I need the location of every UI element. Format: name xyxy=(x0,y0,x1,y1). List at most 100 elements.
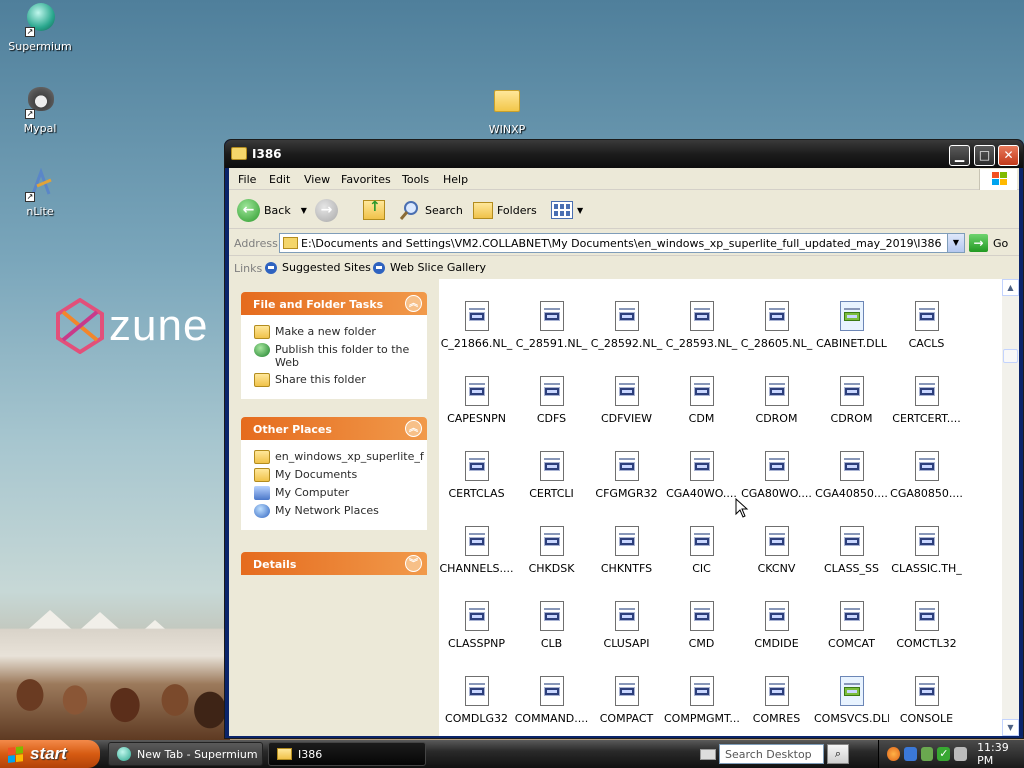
views-button[interactable]: ▼ xyxy=(551,198,583,222)
link-suggested-sites[interactable]: Suggested Sites xyxy=(265,261,371,274)
file-item[interactable]: CERTCERT.... xyxy=(889,376,964,425)
file-item[interactable]: CGA40WO.... xyxy=(664,451,739,500)
file-item[interactable]: CERTCLI xyxy=(514,451,589,500)
file-item[interactable]: CMD xyxy=(664,601,739,650)
close-button[interactable]: ✕ xyxy=(998,145,1019,166)
place-my-computer[interactable]: My Computer xyxy=(254,486,417,500)
back-dropdown-icon[interactable]: ▼ xyxy=(301,206,307,215)
file-item[interactable]: CLASSIC.TH_ xyxy=(889,526,964,575)
menu-favorites[interactable]: Favorites xyxy=(341,173,391,186)
file-item[interactable]: CDROM xyxy=(814,376,889,425)
menu-file[interactable]: File xyxy=(238,173,256,186)
file-item[interactable]: CHKDSK xyxy=(514,526,589,575)
file-item[interactable]: C_28593.NL_ xyxy=(664,301,739,350)
file-item[interactable]: COMCAT xyxy=(814,601,889,650)
folders-button[interactable]: Folders xyxy=(473,198,537,222)
collapse-icon[interactable]: ︽ xyxy=(405,295,422,312)
file-item[interactable]: CGA40850.... xyxy=(814,451,889,500)
file-item[interactable]: CLUSAPI xyxy=(589,601,664,650)
menu-tools[interactable]: Tools xyxy=(402,173,429,186)
file-item[interactable]: CONSOLE xyxy=(889,676,964,725)
file-item[interactable]: C_28605.NL_ xyxy=(739,301,814,350)
file-name: CIC xyxy=(692,562,711,575)
file-item[interactable]: CLASS_SS xyxy=(814,526,889,575)
tray-volume-icon[interactable] xyxy=(954,747,968,761)
panel-header[interactable]: File and Folder Tasks ︽ xyxy=(241,292,427,315)
link-web-slice-gallery[interactable]: Web Slice Gallery xyxy=(373,261,486,274)
minimize-button[interactable]: ▁ xyxy=(949,145,970,166)
search-button[interactable]: Search xyxy=(399,198,463,222)
file-item[interactable]: CAPESNPN xyxy=(439,376,514,425)
taskbar-button-i386[interactable]: I386 xyxy=(268,742,426,766)
window-frame: File Edit View Favorites Tools Help ← Ba… xyxy=(229,168,1019,736)
file-item[interactable]: C_28592.NL_ xyxy=(589,301,664,350)
file-item[interactable]: CHKNTFS xyxy=(589,526,664,575)
maximize-button[interactable]: □ xyxy=(974,145,995,166)
menu-edit[interactable]: Edit xyxy=(269,173,290,186)
place-my-documents[interactable]: My Documents xyxy=(254,468,417,482)
forward-button[interactable]: → xyxy=(315,198,338,222)
file-item[interactable]: C_28591.NL_ xyxy=(514,301,589,350)
tray-network-icon[interactable] xyxy=(920,747,934,761)
file-item[interactable]: CDFVIEW xyxy=(589,376,664,425)
tray-app-icon[interactable] xyxy=(887,747,900,761)
file-item[interactable]: CACLS xyxy=(889,301,964,350)
collapse-icon[interactable]: ︽ xyxy=(405,420,422,437)
address-field[interactable]: E:\Documents and Settings\VM2.COLLABNET\… xyxy=(279,233,965,253)
file-item[interactable]: CIC xyxy=(664,526,739,575)
file-item[interactable]: CGA80850.... xyxy=(889,451,964,500)
taskbar-button-supermium[interactable]: New Tab - Supermium xyxy=(108,742,263,766)
task-share-folder[interactable]: Share this folder xyxy=(254,373,417,387)
clock[interactable]: 11:39 PM xyxy=(977,741,1024,767)
file-item[interactable]: CGA80WO.... xyxy=(739,451,814,500)
desktop-icon-nlite[interactable]: ↗ nLite xyxy=(0,168,80,218)
desktop-icon-supermium[interactable]: ↗ Supermium xyxy=(0,3,80,53)
task-make-new-folder[interactable]: Make a new folder xyxy=(254,325,417,339)
place-my-network-places[interactable]: My Network Places xyxy=(254,504,417,518)
file-item[interactable]: CLB xyxy=(514,601,589,650)
desktop-icon-winxp[interactable]: WINXP xyxy=(467,86,547,136)
back-button[interactable]: ← Back ▼ xyxy=(237,198,307,222)
file-item[interactable]: COMSVCS.DLL xyxy=(814,676,889,725)
file-item[interactable]: CERTCLAS xyxy=(439,451,514,500)
tray-search-icon[interactable] xyxy=(903,747,917,761)
file-item[interactable]: CHANNELS.... xyxy=(439,526,514,575)
file-item[interactable]: C_21866.NL_ xyxy=(439,301,514,350)
address-dropdown-button[interactable]: ▼ xyxy=(947,234,964,252)
desktop-search-button[interactable]: ⌕ xyxy=(827,744,849,764)
desktop-search-input[interactable]: Search Desktop xyxy=(719,744,824,764)
file-item[interactable]: CDROM xyxy=(739,376,814,425)
file-item[interactable]: CMDIDE xyxy=(739,601,814,650)
desktop-icon-mypal[interactable]: ↗ Mypal xyxy=(0,85,80,135)
scroll-up-button[interactable]: ▲ xyxy=(1002,279,1019,296)
file-item[interactable]: CLASSPNP xyxy=(439,601,514,650)
file-item[interactable]: COMDLG32 xyxy=(439,676,514,725)
file-item[interactable]: COMPMGMT.... xyxy=(664,676,739,725)
scroll-down-button[interactable]: ▼ xyxy=(1002,719,1019,736)
up-folder-button[interactable]: ↑ xyxy=(363,198,385,222)
place-parent-folder[interactable]: en_windows_xp_superlite_f xyxy=(254,450,424,464)
file-item[interactable]: COMRES xyxy=(739,676,814,725)
scroll-thumb[interactable] xyxy=(1003,349,1018,363)
panel-header[interactable]: Other Places ︽ xyxy=(241,417,427,440)
windows-logo xyxy=(979,169,1017,190)
vertical-scrollbar[interactable]: ▲ ▼ xyxy=(1002,279,1019,736)
panel-header[interactable]: Details ︾ xyxy=(241,552,427,575)
menu-view[interactable]: View xyxy=(304,173,330,186)
go-button[interactable]: → Go xyxy=(969,234,1008,252)
file-item[interactable]: COMCTL32 xyxy=(889,601,964,650)
file-item[interactable]: COMPACT xyxy=(589,676,664,725)
expand-icon[interactable]: ︾ xyxy=(405,555,422,572)
task-publish-folder[interactable]: Publish this folder to the Web xyxy=(254,343,417,369)
tray-security-check-icon[interactable]: ✓ xyxy=(937,747,951,761)
file-item[interactable]: CFGMGR32 xyxy=(589,451,664,500)
file-item[interactable]: COMMAND.... xyxy=(514,676,589,725)
window-titlebar[interactable]: I386 ▁ □ ✕ xyxy=(225,140,1023,168)
file-item[interactable]: CDFS xyxy=(514,376,589,425)
menu-help[interactable]: Help xyxy=(443,173,468,186)
file-item[interactable]: CABINET.DLL xyxy=(814,301,889,350)
start-button[interactable]: start xyxy=(0,740,100,768)
folder-icon xyxy=(283,237,298,249)
file-item[interactable]: CKCNV xyxy=(739,526,814,575)
file-item[interactable]: CDM xyxy=(664,376,739,425)
